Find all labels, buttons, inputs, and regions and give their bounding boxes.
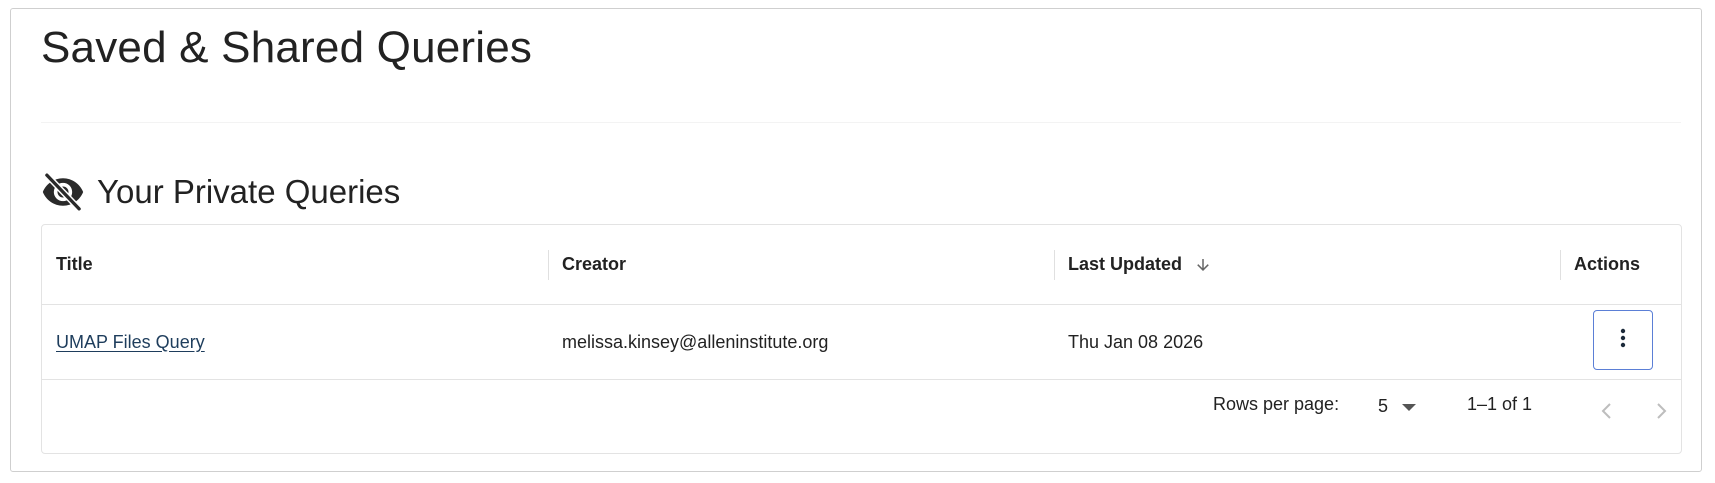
caret-down-icon (1402, 396, 1417, 417)
column-header-creator-label: Creator (562, 254, 627, 274)
table-header: Title Creator Last Updated Actions (42, 225, 1681, 305)
column-header-title[interactable]: Title (56, 225, 93, 304)
private-queries-header: Your Private Queries (41, 169, 400, 215)
rows-per-page-value: 5 (1378, 396, 1389, 416)
chevron-right-icon (1649, 399, 1673, 428)
cell-title: UMAP Files Query (56, 305, 205, 379)
chevron-left-icon (1595, 399, 1619, 428)
section-title: Your Private Queries (97, 173, 401, 210)
table-pagination: Rows per page: 5 1–1 of 1 (42, 380, 1681, 454)
cell-last-updated: Thu Jan 08 2026 (1068, 331, 1204, 352)
saved-queries-panel: Saved & Shared Queries Your Private Quer… (10, 8, 1702, 472)
rows-per-page-select[interactable]: 5 (1378, 396, 1417, 417)
column-separator[interactable] (548, 250, 549, 280)
table-row: UMAP Files Query melissa.kinsey@allenins… (42, 305, 1681, 380)
page-title: Saved & Shared Queries (41, 23, 533, 72)
cell-creator: melissa.kinsey@alleninstitute.org (562, 331, 829, 352)
column-header-actions: Actions (1574, 225, 1640, 304)
eye-off-icon (41, 170, 85, 214)
more-vertical-icon (1611, 326, 1635, 355)
column-header-title-label: Title (56, 254, 93, 274)
column-separator[interactable] (1560, 250, 1561, 280)
column-header-actions-label: Actions (1574, 254, 1641, 274)
column-header-last-updated[interactable]: Last Updated (1068, 225, 1212, 304)
previous-page-button[interactable] (1591, 397, 1623, 429)
column-header-creator[interactable]: Creator (562, 225, 626, 304)
rows-per-page-label: Rows per page: (1213, 394, 1340, 414)
title-divider (41, 122, 1681, 123)
arrow-down-icon[interactable] (1194, 256, 1212, 274)
query-title-link[interactable]: UMAP Files Query (56, 332, 205, 353)
column-separator[interactable] (1054, 250, 1055, 280)
row-actions-button[interactable] (1593, 310, 1653, 370)
page-range-text: 1–1 of 1 (1467, 394, 1533, 414)
column-header-last-updated-label: Last Updated (1068, 254, 1183, 274)
private-queries-table: Title Creator Last Updated Actions UMAP … (41, 224, 1682, 454)
next-page-button[interactable] (1645, 397, 1677, 429)
